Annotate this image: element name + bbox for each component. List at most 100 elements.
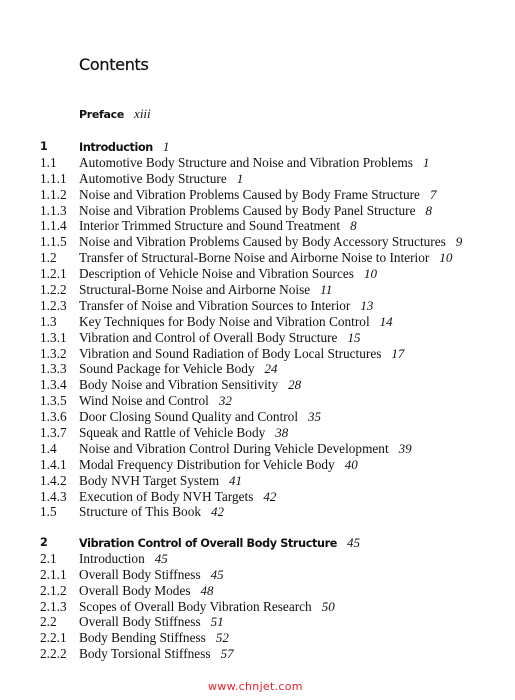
toc-entry-number: 1.3.1 <box>40 329 67 345</box>
toc-entry-page: 38 <box>275 425 289 441</box>
toc-entry-title-wrap: Interior Trimmed Structure and Sound Tre… <box>79 218 357 234</box>
toc-entry[interactable]: 1.3.5 Wind Noise and Control 32 <box>40 393 510 409</box>
toc-entry-title: Body Torsional Stiffness <box>79 646 211 662</box>
toc-entry-page: 13 <box>360 297 374 313</box>
toc-entry-page: 42 <box>263 488 277 504</box>
toc-entry-title: Wind Noise and Control <box>79 393 209 409</box>
toc-entry[interactable]: 1.3.3 Sound Package for Vehicle Body 24 <box>40 361 510 377</box>
toc-entry-title: Introduction <box>79 141 153 154</box>
toc-entry-number: 1 <box>40 140 48 153</box>
toc-entry[interactable]: 2.2.2 Body Torsional Stiffness 57 <box>40 646 510 662</box>
toc-entry-page: 15 <box>347 329 361 345</box>
toc-chapter-heading[interactable]: 1 Introduction 1 <box>40 139 510 155</box>
toc-entry[interactable]: 2.2.1 Body Bending Stiffness 52 <box>40 630 510 646</box>
toc-entry[interactable]: 1.3.2 Vibration and Sound Radiation of Bo… <box>40 346 510 362</box>
toc-entry-page: 7 <box>429 186 437 202</box>
toc-entry-title: Overall Body Modes <box>79 582 191 598</box>
toc-entry-number: 1.1.2 <box>40 186 67 202</box>
toc-entry-title-wrap: Key Techniques for Body Noise and Vibrat… <box>79 314 393 330</box>
contents-page: Contents Preface xiii 1 Introduction 1 1.1 Au… <box>0 0 515 700</box>
toc-entry-title: Door Closing Sound Quality and Control <box>79 409 299 425</box>
toc-entry[interactable]: 1.1.2 Noise and Vibration Problems Caused… <box>40 187 510 203</box>
toc-entry-page: 39 <box>398 440 412 456</box>
toc-entry-title: Noise and Vibration Problems Caused by B… <box>79 202 416 218</box>
toc-entry-title: Automotive Body Structure <box>79 170 227 186</box>
toc-entry[interactable]: 1.2.2 Structural-Borne Noise and Airborne… <box>40 282 510 298</box>
toc-entry[interactable]: 1.1.4 Interior Trimmed Structure and Soun… <box>40 218 510 234</box>
toc-entry[interactable]: 1.2.3 Transfer of Noise and Vibration Sou… <box>40 298 510 314</box>
toc-entry-title: Noise and Vibration Problems Caused by B… <box>79 186 420 202</box>
toc-entry-number: 1.3.7 <box>40 425 67 441</box>
toc-entry-title-wrap: Modal Frequency Distribution for Vehicle… <box>79 457 358 473</box>
toc-entry-title-wrap: Description of Vehicle Noise and Vibrati… <box>79 266 377 282</box>
toc-entry-number: 1.3.2 <box>40 345 67 361</box>
toc-entry-number: 1.5 <box>40 504 57 520</box>
toc-entry[interactable]: 1.5 Structure of This Book 42 <box>40 504 510 520</box>
toc-entry-page: 8 <box>350 218 357 234</box>
toc-entry-page: 41 <box>229 472 243 488</box>
toc-entry-page: 35 <box>308 409 322 425</box>
toc-entry-page: 45 <box>210 566 224 582</box>
toc-entry-title: Vibration and Sound Radiation of Body Lo… <box>79 345 382 361</box>
toc-entry-number: 1.3.4 <box>40 377 67 393</box>
toc-entry[interactable]: 2.1 Introduction 45 <box>40 551 510 567</box>
toc-entry-page: 28 <box>288 377 302 393</box>
toc-entry-page: 17 <box>391 345 405 361</box>
toc-entry-title: Execution of Body NVH Targets <box>79 488 254 504</box>
toc-entry-number: 1.2.2 <box>40 282 67 298</box>
toc-entry-page: 10 <box>363 266 377 282</box>
toc-entry-number: 2.2 <box>40 614 57 630</box>
toc-entry-title: Structure of This Book <box>79 504 202 520</box>
toc-chapter-heading[interactable]: 2 Vibration Control of Overall Body Struc… <box>40 535 510 551</box>
toc-entry[interactable]: 1.3.4 Body Noise and Vibration Sensitivit… <box>40 377 510 393</box>
toc-entry[interactable]: 2.1.2 Overall Body Modes 48 <box>40 583 510 599</box>
toc-entry-title: Description of Vehicle Noise and Vibrati… <box>79 266 354 282</box>
toc-entry[interactable]: 1.3 Key Techniques for Body Noise and Vib… <box>40 314 510 330</box>
toc-entry[interactable]: 1.4.3 Execution of Body NVH Targets 42 <box>40 489 510 505</box>
toc-entry-title: Scopes of Overall Body Vibration Researc… <box>79 598 312 614</box>
toc-entry[interactable]: 1.1.1 Automotive Body Structure 1 <box>40 171 510 187</box>
toc-entry-title: Modal Frequency Distribution for Vehicle… <box>79 456 335 472</box>
toc-entry[interactable]: 1.2.1 Description of Vehicle Noise and Vi… <box>40 266 510 282</box>
toc-entry-title: Automotive Body Structure and Noise and … <box>79 154 413 170</box>
toc-entry-title: Overall Body Stiffness <box>79 566 201 582</box>
toc-entry-title: Vibration Control of Overall Body Struct… <box>79 537 338 550</box>
toc-entry[interactable]: 2.1.3 Scopes of Overall Body Vibration Re… <box>40 599 510 615</box>
toc-entry-title: Sound Package for Vehicle Body <box>79 361 255 377</box>
toc-entry[interactable]: 1.1.3 Noise and Vibration Problems Caused… <box>40 203 510 219</box>
toc-entry-number: 2.2.1 <box>40 630 67 646</box>
toc-entry-title: Transfer of Noise and Vibration Sources … <box>79 297 351 313</box>
toc-entry-page: 45 <box>347 535 361 550</box>
toc-entry-number: 2.2.2 <box>40 646 67 662</box>
toc-entry[interactable]: 1.4 Noise and Vibration Control During Ve… <box>40 441 510 457</box>
toc-entry-preface[interactable]: Preface xiii <box>79 106 151 122</box>
toc-entry[interactable]: 2.2 Overall Body Stiffness 51 <box>40 614 510 630</box>
toc-entry-title-wrap: Noise and Vibration Control During Vehic… <box>79 441 412 457</box>
toc-entry-title-wrap: Overall Body Stiffness 51 <box>79 614 224 630</box>
toc-entry-number: 1.1 <box>40 154 57 170</box>
toc-entry-page: 10 <box>439 250 453 266</box>
toc-entry-number: 1.1.1 <box>40 170 67 186</box>
toc-entry-title-wrap: Noise and Vibration Problems Caused by B… <box>79 187 436 203</box>
toc-entry-title: Transfer of Structural-Borne Noise and A… <box>79 250 430 266</box>
toc-entry-title-wrap: Noise and Vibration Problems Caused by B… <box>79 234 462 250</box>
toc-entry[interactable]: 1.1.5 Noise and Vibration Problems Caused… <box>40 234 510 250</box>
toc-entry[interactable]: 1.2 Transfer of Structural-Borne Noise an… <box>40 250 510 266</box>
toc-entry-number: 1.4 <box>40 440 57 456</box>
toc-entry-title-wrap: Structure of This Book 42 <box>79 504 224 520</box>
toc-entry[interactable]: 1.3.1 Vibration and Control of Overall Bo… <box>40 330 510 346</box>
toc-entry-number: 1.1.5 <box>40 234 67 250</box>
toc-entry-page: 48 <box>200 582 214 598</box>
toc-entry[interactable]: 1.3.7 Squeak and Rattle of Vehicle Body 38 <box>40 425 510 441</box>
toc-entry-page: 57 <box>220 646 234 662</box>
toc-entry[interactable]: 1.3.6 Door Closing Sound Quality and Cont… <box>40 409 510 425</box>
toc-entry-title-wrap: Scopes of Overall Body Vibration Researc… <box>79 599 335 615</box>
toc-entry[interactable]: 1.4.2 Body NVH Target System 41 <box>40 473 510 489</box>
toc-entry[interactable]: 2.1.1 Overall Body Stiffness 45 <box>40 567 510 583</box>
toc-entry-page: 24 <box>264 361 278 377</box>
toc-entry[interactable]: 1.1 Automotive Body Structure and Noise a… <box>40 155 510 171</box>
toc-entry-number: 1.3.5 <box>40 393 67 409</box>
toc-entry-title: Interior Trimmed Structure and Sound Tre… <box>79 218 341 234</box>
toc-entry[interactable]: 1.4.1 Modal Frequency Distribution for Ve… <box>40 457 510 473</box>
toc-entry-title-wrap: Automotive Body Structure 1 <box>79 171 243 187</box>
